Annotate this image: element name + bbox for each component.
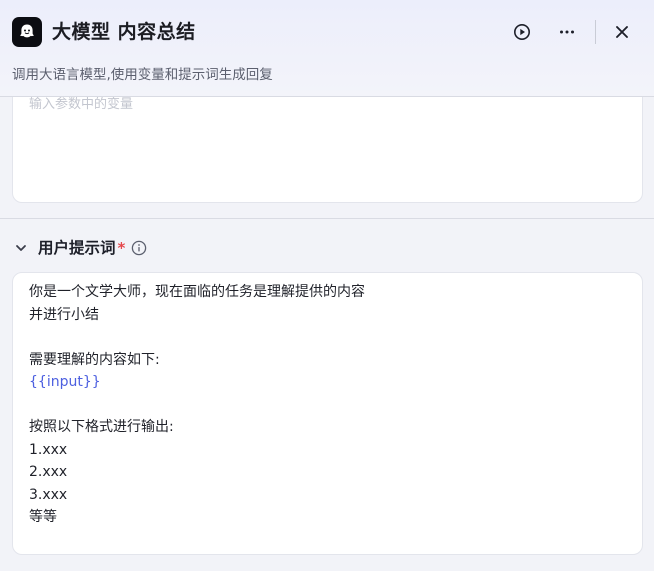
user-prompt-editor[interactable]: 你是一个文学大师，现在面临的任务是理解提供的内容 并进行小结 需要理解的内容如下… [12, 272, 643, 555]
prompt-line: 等等 [29, 509, 57, 525]
node-description[interactable]: 调用大语言模型,使用变量和提示词生成回复 [12, 66, 273, 84]
required-mark: * [117, 239, 126, 257]
input-params-editor[interactable]: 输入参数中的变量 [12, 86, 643, 203]
close-panel-button[interactable] [608, 18, 636, 46]
prompt-line: 你是一个文学大师，现在面临的任务是理解提供的内容 [29, 284, 365, 300]
node-config-panel: 输入参数中的变量 大模型 内容总结 调用大语言模型,使用变量和提示词生成回复 用… [0, 0, 654, 571]
prompt-line [29, 394, 365, 417]
prompt-line: 2.xxx [29, 464, 68, 480]
header-divider [595, 20, 596, 44]
input-params-placeholder: 输入参数中的变量 [29, 97, 134, 112]
prompt-variable-input[interactable]: {{input}} [29, 371, 365, 394]
user-prompt-label: 用户提示词 [38, 239, 116, 257]
prompt-line: 需要理解的内容如下: [29, 351, 160, 368]
info-icon [132, 240, 147, 256]
prompt-line: 1.xxx [29, 441, 68, 458]
prompt-line: 并进行小结 [29, 306, 99, 323]
node-title[interactable]: 大模型 内容总结 [52, 19, 196, 45]
llm-node-logo-icon [12, 17, 42, 47]
prompt-line: 3.xxx [29, 486, 68, 503]
more-options-button[interactable] [553, 18, 581, 46]
user-prompt-content: 你是一个文学大师，现在面临的任务是理解提供的内容 并进行小结 需要理解的内容如下… [29, 281, 365, 529]
section-divider [0, 218, 654, 219]
prompt-line [29, 326, 365, 349]
prompt-line: 按照以下格式进行输出: [29, 419, 174, 435]
user-prompt-section-header: 用户提示词 * [12, 236, 147, 260]
close-icon [616, 26, 628, 38]
collapse-toggle[interactable] [12, 239, 30, 257]
run-node-button[interactable] [508, 18, 536, 46]
info-tooltip-trigger[interactable] [131, 240, 147, 256]
play-circle-icon [514, 24, 530, 40]
panel-header: 大模型 内容总结 调用大语言模型,使用变量和提示词生成回复 [0, 0, 654, 97]
chevron-down-icon [16, 245, 26, 251]
more-horizontal-icon [560, 30, 574, 34]
